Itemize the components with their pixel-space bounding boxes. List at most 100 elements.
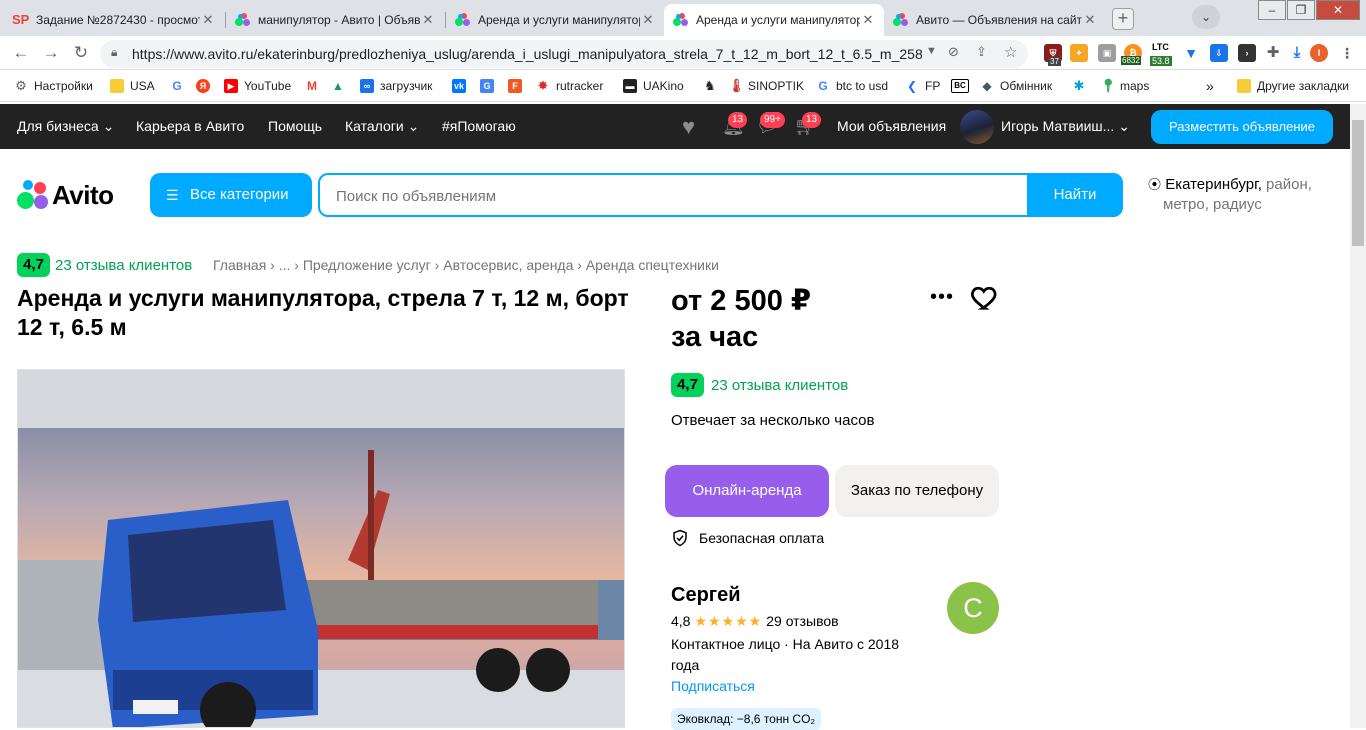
breadcrumb[interactable]: Главная › ... › Предложение услуг › Авто… xyxy=(213,257,719,273)
rating-badge: 4,7 xyxy=(17,253,50,277)
address-bar: ← → ↻ 🔒︎ https://www.avito.ru/ekaterinbu… xyxy=(0,36,1366,70)
bookmark-sinoptik[interactable]: 🌡︎ SINOPTIK xyxy=(728,77,804,95)
drive-icon: ▲ xyxy=(332,79,344,93)
bookmarks-overflow[interactable]: » xyxy=(1206,77,1214,95)
post-ad-button[interactable]: Разместить объявление xyxy=(1151,110,1333,144)
nav-catalogs[interactable]: Каталоги ⌄ xyxy=(345,118,419,135)
extension-badge: 37 xyxy=(1048,57,1061,66)
downloads-icon[interactable]: ⤓ xyxy=(1288,44,1306,62)
bookmark-settings[interactable]: ⚙ Настройки xyxy=(14,77,93,95)
seller-avatar[interactable]: С xyxy=(947,582,999,634)
user-menu[interactable]: Игорь Матвииш... ⌄ xyxy=(1001,118,1130,135)
tab-rent-active[interactable]: Аренда и услуги манипулятора ✕ xyxy=(664,4,884,36)
user-avatar[interactable] xyxy=(960,110,994,144)
extension-fox-icon[interactable]: ✦ xyxy=(1070,44,1088,62)
more-options-icon[interactable]: ••• xyxy=(930,286,954,309)
url-text[interactable]: https://www.avito.ru/ekaterinburg/predlo… xyxy=(132,46,922,62)
maximize-icon[interactable]: ❐ xyxy=(1287,0,1315,20)
nav-help-campaign[interactable]: #яПомогаю xyxy=(442,118,516,134)
bookmark-maps[interactable]: 📍︎ maps xyxy=(1100,77,1149,95)
favorite-heart-icon[interactable] xyxy=(970,282,1000,312)
avito-top-nav: Для бизнеса ⌄ Карьера в Авито Помощь Кат… xyxy=(0,104,1350,149)
bookmark-gmail[interactable]: M xyxy=(305,77,325,95)
reviews-link[interactable]: 23 отзыва клиентов xyxy=(55,257,192,274)
close-tab-icon[interactable]: ✕ xyxy=(420,12,436,28)
favorites-heart-icon[interactable]: ♥ xyxy=(682,114,695,140)
search-input[interactable] xyxy=(336,186,1016,206)
tab-task[interactable]: SP Задание №2872430 - просмотр ✕ xyxy=(4,4,224,36)
tab-manipulator-search[interactable]: манипулятор - Авито | Объявления ✕ xyxy=(226,4,444,36)
reviews-link-right[interactable]: 23 отзыва клиентов xyxy=(711,377,848,394)
browser-tab-bar: SP Задание №2872430 - просмотр ✕ манипул… xyxy=(0,0,1366,36)
extension-download-icon[interactable]: ⇩ xyxy=(1210,44,1228,62)
new-tab-button[interactable]: + xyxy=(1112,8,1134,30)
lock-icon: 🔒︎ xyxy=(111,45,118,59)
bookmark-loader[interactable]: ∞ загрузчик xyxy=(360,77,432,95)
google-icon: G xyxy=(818,79,828,93)
avito-logo[interactable]: Avito xyxy=(17,180,127,210)
forward-icon[interactable]: → xyxy=(40,42,62,64)
bookmark-google[interactable]: G xyxy=(170,77,190,95)
location-selector[interactable]: ⦿ Екатеринбург, район, метро, радиус xyxy=(1148,175,1338,215)
bookmark-youtube[interactable]: ▶ YouTube xyxy=(224,77,291,95)
bookmark-f[interactable]: F xyxy=(508,77,528,95)
bookmark-btc-usd[interactable]: Gbtc to usd xyxy=(816,77,888,95)
bookmark-star-icon[interactable]: ☆ xyxy=(1004,43,1017,61)
close-tab-icon[interactable]: ✕ xyxy=(640,12,656,28)
extension-briefcase-icon[interactable]: ▣ xyxy=(1098,44,1116,62)
tab-search-icon[interactable]: ⌄ xyxy=(1192,5,1220,29)
my-ads-link[interactable]: Мои объявления xyxy=(837,118,946,134)
back-icon[interactable]: ← xyxy=(10,42,32,64)
nav-business[interactable]: Для бизнеса ⌄ xyxy=(17,118,114,135)
extension-v-icon[interactable]: ▼ xyxy=(1182,44,1200,62)
phone-order-button[interactable]: Заказ по телефону xyxy=(835,465,999,517)
bookmark-translate[interactable]: G xyxy=(480,77,500,95)
bookmark-fp[interactable]: ❮ FP xyxy=(905,77,940,95)
all-categories-button[interactable]: ☰ Все категории xyxy=(150,173,312,217)
seller-rating: 4,8 ★★★★★ 29 отзывов xyxy=(671,613,839,629)
extensions-puzzle-icon[interactable]: ✚ xyxy=(1264,44,1282,62)
close-window-icon[interactable]: ✕ xyxy=(1316,0,1360,20)
bookmark-uakino[interactable]: ▬ UAKino xyxy=(623,77,684,95)
bookmark-yandex[interactable]: Я xyxy=(196,77,216,95)
dropdown-icon[interactable]: ▼ xyxy=(926,45,937,57)
nav-help[interactable]: Помощь xyxy=(268,118,322,134)
online-rent-button[interactable]: Онлайн-аренда xyxy=(665,465,829,517)
close-tab-icon[interactable]: ✕ xyxy=(200,12,216,28)
close-tab-icon[interactable]: ✕ xyxy=(860,12,876,28)
block-icon[interactable]: ⊘ xyxy=(948,44,959,60)
bookmark-chess[interactable]: ♞ xyxy=(703,77,723,95)
bookmark-bc[interactable]: BC xyxy=(951,77,975,95)
star-icon: ✱ xyxy=(1073,78,1085,93)
nav-career[interactable]: Карьера в Авито xyxy=(136,118,244,134)
seller-reviews-link[interactable]: 29 отзывов xyxy=(766,613,838,629)
safe-payment[interactable]: Безопасная оплата xyxy=(671,529,824,547)
share-icon[interactable]: ⇪ xyxy=(976,44,987,60)
extension-arrow-icon[interactable]: › xyxy=(1238,44,1256,62)
bookmark-other[interactable]: Другие закладки xyxy=(1237,77,1349,95)
ltc-badge: 53.8 xyxy=(1150,56,1172,66)
profile-avatar[interactable]: I xyxy=(1310,44,1328,62)
find-button[interactable]: Найти xyxy=(1027,173,1123,217)
bookmark-exchange[interactable]: ◆ Обмінник xyxy=(980,77,1052,95)
tab-rent-1[interactable]: Аренда и услуги манипулятора ✕ xyxy=(446,4,664,36)
reload-icon[interactable]: ↻ xyxy=(70,42,92,64)
seller-name[interactable]: Сергей xyxy=(671,584,741,607)
bookmark-usa[interactable]: USA xyxy=(110,77,155,95)
page-scrollbar[interactable] xyxy=(1350,104,1366,728)
bookmark-rutracker[interactable]: ✸ rutracker xyxy=(536,77,604,95)
bc-icon: BC xyxy=(951,79,969,93)
scrollbar-thumb[interactable] xyxy=(1352,120,1364,246)
minimize-icon[interactable]: – xyxy=(1258,0,1286,20)
tab-avito-home[interactable]: Авито — Объявления на сайте ✕ xyxy=(884,4,1106,36)
listing-photo[interactable] xyxy=(17,369,625,728)
close-tab-icon[interactable]: ✕ xyxy=(1082,12,1098,28)
rating-badge-right: 4,7 xyxy=(671,373,704,397)
menu-kebab-icon[interactable]: ⋮ xyxy=(1338,44,1356,62)
bookmark-kyivstar[interactable]: ✱ xyxy=(1072,77,1092,95)
gear-icon: ⚙ xyxy=(15,78,27,93)
bookmark-vk[interactable]: vk xyxy=(452,77,472,95)
subscribe-link[interactable]: Подписаться xyxy=(671,678,755,694)
bookmark-drive[interactable]: ▲ xyxy=(331,77,351,95)
omnibox[interactable]: 🔒︎ https://www.avito.ru/ekaterinburg/pre… xyxy=(100,40,1028,68)
